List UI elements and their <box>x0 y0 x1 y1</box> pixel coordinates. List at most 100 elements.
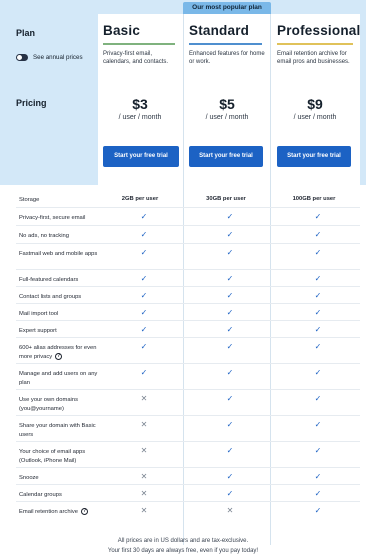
checkmark-icon: ✓ <box>140 248 148 257</box>
annual-toggle-switch[interactable] <box>16 54 28 61</box>
checkmark-icon: ✓ <box>140 325 148 334</box>
feature-label: Email retention archive? <box>19 508 101 517</box>
checkmark-icon: ✓ <box>140 212 148 221</box>
start-trial-button-standard[interactable]: Start your free trial <box>189 146 263 167</box>
checkmark-icon: ✓ <box>226 368 234 377</box>
table-row: Manage and add users on any plan ✓ ✓ ✓ <box>16 364 360 390</box>
price-period-professional: / user / month <box>293 114 337 121</box>
table-row: Your choice of email apps (Outlook, iPho… <box>16 442 360 468</box>
table-row: 600+ alias addresses for even more priva… <box>16 338 360 364</box>
annual-toggle-row[interactable]: See annual prices <box>16 54 83 61</box>
table-row: No ads, no tracking ✓ ✓ ✓ <box>16 226 360 244</box>
checkmark-icon: ✓ <box>140 291 148 300</box>
feature-label: Full-featured calendars <box>19 277 79 283</box>
price-standard: $5 <box>219 96 235 112</box>
price-period-basic: / user / month <box>118 114 162 121</box>
table-row: Share your domain with Basic users ✕ ✓ ✓ <box>16 416 360 442</box>
plan-underline-professional <box>277 43 353 45</box>
cross-icon: ✕ <box>140 446 148 455</box>
checkmark-icon: ✓ <box>314 368 322 377</box>
price-basic: $3 <box>132 96 148 112</box>
popular-badge: Our most popular plan <box>183 2 271 14</box>
feature-label: Privacy-first, secure email <box>19 215 86 221</box>
feature-label: Manage and add users on any plan <box>19 371 98 386</box>
feature-label: Snooze <box>19 475 39 481</box>
table-row: Email retention archive? ✕ ✕ ✓ <box>16 502 360 519</box>
footer-note-trial: Your first 30 days are always free, even… <box>107 548 259 554</box>
table-row: Mail import tool ✓ ✓ ✓ <box>16 304 360 321</box>
feature-value-basic: 2GB per user <box>121 196 159 202</box>
footer-note-prices: All prices are in US dollars and are tax… <box>117 538 249 544</box>
feature-label: Fastmail web and mobile apps <box>19 251 98 257</box>
table-row: Calendar groups ✕ ✓ ✓ <box>16 485 360 502</box>
feature-value-standard: 30GB per user <box>206 196 246 202</box>
checkmark-icon: ✓ <box>140 308 148 317</box>
feature-label: Contact lists and groups <box>19 294 82 300</box>
checkmark-icon: ✓ <box>314 394 322 403</box>
feature-value-professional: 100GB per user <box>292 196 336 202</box>
checkmark-icon: ✓ <box>226 248 234 257</box>
feature-label: Mail import tool <box>19 311 59 317</box>
table-row: Privacy-first, secure email ✓ ✓ ✓ <box>16 208 360 226</box>
table-row: Expert support ✓ ✓ ✓ <box>16 321 360 338</box>
plan-underline-basic <box>103 43 175 45</box>
plan-desc-basic: Privacy-first email, calendars, and cont… <box>103 51 169 66</box>
feature-label: Share your domain with Basic users <box>19 423 96 438</box>
cross-icon: ✕ <box>226 506 234 515</box>
start-trial-button-professional[interactable]: Start your free trial <box>277 146 351 167</box>
checkmark-icon: ✓ <box>314 274 322 283</box>
checkmark-icon: ✓ <box>314 420 322 429</box>
price-professional: $9 <box>307 96 323 112</box>
checkmark-icon: ✓ <box>226 472 234 481</box>
help-circle-icon[interactable]: ? <box>80 508 88 515</box>
plan-desc-standard: Enhanced features for home or work. <box>189 51 265 66</box>
feature-label-text: Email retention archive <box>19 509 78 516</box>
plan-label: Plan <box>16 28 36 38</box>
price-period-standard: / user / month <box>205 114 249 121</box>
checkmark-icon: ✓ <box>314 291 322 300</box>
cross-icon: ✕ <box>140 472 148 481</box>
checkmark-icon: ✓ <box>226 291 234 300</box>
checkmark-icon: ✓ <box>226 489 234 498</box>
start-trial-button-basic[interactable]: Start your free trial <box>103 146 179 167</box>
cross-icon: ✕ <box>140 506 148 515</box>
plan-name-professional: Professional <box>277 23 361 38</box>
feature-label: Use your own domains (you@yourname) <box>19 397 78 412</box>
checkmark-icon: ✓ <box>140 230 148 239</box>
checkmark-icon: ✓ <box>140 368 148 377</box>
table-row: Use your own domains (you@yourname) ✕ ✓ … <box>16 390 360 416</box>
table-row: Storage 2GB per user 30GB per user 100GB… <box>16 190 360 208</box>
annual-toggle-label: See annual prices <box>33 54 83 61</box>
feature-label: No ads, no tracking <box>19 233 69 239</box>
table-row: Snooze ✕ ✓ ✓ <box>16 468 360 485</box>
feature-label: Calendar groups <box>19 492 62 498</box>
checkmark-icon: ✓ <box>314 506 322 515</box>
table-row: Full-featured calendars ✓ ✓ ✓ <box>16 270 360 287</box>
checkmark-icon: ✓ <box>314 472 322 481</box>
checkmark-icon: ✓ <box>314 489 322 498</box>
feature-label: Expert support <box>19 328 57 334</box>
plan-desc-professional: Email retention archive for email pros a… <box>277 51 350 66</box>
plan-underline-standard <box>189 43 262 45</box>
checkmark-icon: ✓ <box>226 308 234 317</box>
feature-label: 600+ alias addresses for even more priva… <box>19 344 101 361</box>
checkmark-icon: ✓ <box>314 325 322 334</box>
table-row: Fastmail web and mobile apps ✓ ✓ ✓ <box>16 244 360 270</box>
checkmark-icon: ✓ <box>226 420 234 429</box>
feature-label: Storage <box>19 197 40 203</box>
table-row: Contact lists and groups ✓ ✓ ✓ <box>16 287 360 304</box>
checkmark-icon: ✓ <box>314 212 322 221</box>
checkmark-icon: ✓ <box>226 212 234 221</box>
checkmark-icon: ✓ <box>140 274 148 283</box>
plan-name-standard: Standard <box>189 23 250 38</box>
feature-label: Your choice of email apps (Outlook, iPho… <box>19 449 86 464</box>
checkmark-icon: ✓ <box>314 230 322 239</box>
cross-icon: ✕ <box>140 420 148 429</box>
checkmark-icon: ✓ <box>140 342 148 351</box>
cross-icon: ✕ <box>140 489 148 498</box>
plan-name-basic: Basic <box>103 23 141 38</box>
checkmark-icon: ✓ <box>314 308 322 317</box>
checkmark-icon: ✓ <box>226 274 234 283</box>
cross-icon: ✕ <box>140 394 148 403</box>
help-circle-icon[interactable]: ? <box>55 352 63 360</box>
